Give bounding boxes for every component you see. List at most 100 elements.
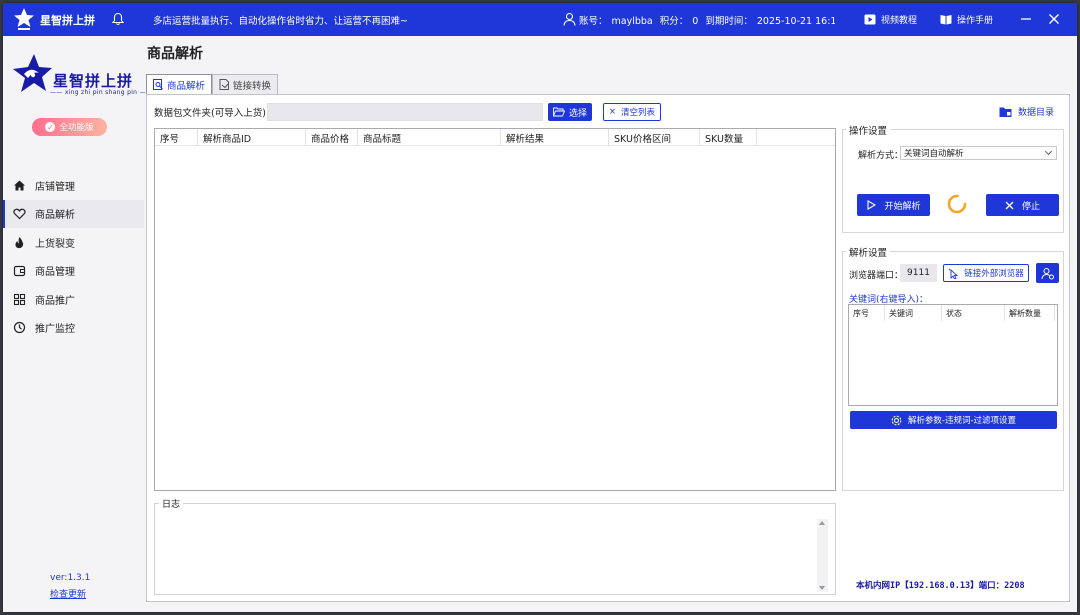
select-folder-button[interactable]: 选择 [548, 103, 592, 121]
cursor-click-icon [948, 268, 959, 279]
start-parse-button[interactable]: 开始解析 [857, 194, 930, 216]
sidebar-item-promotion-monitor[interactable]: 推广监控 [3, 314, 144, 343]
parse-params-label: 解析参数-违规词-过滤项设置 [907, 416, 1017, 426]
vip-badge: ✓ 全功能版 [32, 118, 107, 136]
table-header-cell[interactable]: SKU价格区间 [609, 129, 700, 145]
account-label: 账号： [579, 16, 608, 27]
keyword-table-header: 序号 关键词 状态 解析数量 [849, 305, 1057, 321]
clear-list-button[interactable]: × 清空列表 [603, 103, 661, 121]
close-icon [1005, 201, 1014, 209]
local-ip-footer: 本机内网IP【192.168.0.13】端口：2208 [856, 581, 1025, 591]
keyword-header-cell[interactable]: 状态 [942, 305, 1005, 321]
parse-settings-title: 解析设置 [846, 245, 891, 259]
table-header-cell[interactable]: 商品标题 [358, 129, 501, 145]
marquee-text: 多店运营批量执行、自动化操作省时省力、让运营不再困难~ [153, 16, 408, 27]
sidebar-item-label: 商品解析 [35, 210, 75, 222]
minimize-icon [1021, 18, 1031, 20]
sidebar-item-shop-management[interactable]: 店铺管理 [3, 171, 144, 200]
minimize-button[interactable] [1018, 11, 1034, 27]
stop-button[interactable]: 停止 [986, 194, 1059, 216]
folder-open-icon [552, 107, 565, 117]
table-header-cell[interactable]: SKU数量 [700, 129, 757, 145]
sidebar-item-label: 推广监控 [35, 324, 75, 336]
user-settings-button[interactable] [1036, 263, 1059, 283]
parse-params-settings-button[interactable]: 解析参数-违规词-过滤项设置 [850, 411, 1057, 429]
table-header-cell[interactable]: 商品价格 [306, 129, 358, 145]
parse-mode-label: 解析方式： [858, 151, 904, 161]
wallet-icon [13, 266, 26, 277]
folder-icon [999, 107, 1012, 117]
expire-value: 2025-10-21 16:12:26 [756, 16, 835, 27]
check-update-link[interactable]: 检查更新 [50, 587, 86, 600]
keyword-header-cell[interactable]: 关键词 [885, 305, 942, 321]
operation-settings-title: 操作设置 [846, 123, 891, 137]
points-label: 积分： [659, 16, 689, 27]
folder-label: 数据包文件夹(可导入上货)： [154, 108, 276, 119]
video-tutorial-label: 视频教程 [881, 16, 918, 26]
table-header: 序号 解析商品ID 商品价格 商品标题 解析结果 SKU价格区间 SKU数量 [155, 129, 835, 146]
tab-link-convert[interactable]: 链接转换 [212, 74, 279, 94]
account-info: 账号：maylbba 积分：0 到期时间：2025-10-21 16:12:26 [579, 13, 835, 27]
table-header-cell[interactable]: 序号 [155, 129, 198, 145]
sidebar-item-label: 商品推广 [35, 295, 75, 307]
user-icon [563, 12, 576, 26]
bell-icon[interactable] [111, 12, 125, 26]
parse-results-table[interactable]: 序号 解析商品ID 商品价格 商品标题 解析结果 SKU价格区间 SKU数量 [154, 128, 836, 491]
points-value: 0 [692, 16, 699, 27]
manual-label: 操作手册 [957, 16, 994, 26]
sidebar: 星智拼上拼 —— xing zhi pin shang pin —— ✓ 全功能… [3, 36, 152, 612]
x-icon: × [608, 107, 617, 117]
connect-browser-label: 链接外部浏览器 [964, 269, 1024, 279]
app-name: 星智拼上拼 [40, 14, 95, 27]
check-icon: ✓ [45, 122, 56, 132]
heart-icon [13, 208, 26, 220]
browser-port-input[interactable]: 9111 [900, 264, 937, 282]
parse-mode-select[interactable]: 关键词自动解析 [900, 146, 1057, 160]
sidebar-item-product-promotion[interactable]: 商品推广 [3, 285, 144, 314]
table-header-cell[interactable]: 解析结果 [501, 129, 609, 145]
home-icon [14, 180, 25, 191]
sidebar-item-listing-fission[interactable]: 上货裂变 [3, 228, 144, 257]
clock-icon [13, 322, 26, 334]
tab-product-parse[interactable]: 商品解析 [146, 74, 213, 94]
tab-label: 链接转换 [233, 80, 272, 92]
brand-star-logo-icon [13, 54, 52, 92]
app-logo-icon [14, 8, 34, 30]
keyword-header-cell[interactable]: 解析数量 [1005, 305, 1055, 321]
manual-link[interactable]: 操作手册 [940, 13, 993, 26]
book-icon [940, 15, 952, 25]
sidebar-item-label: 商品管理 [35, 267, 75, 279]
sidebar-item-product-parse[interactable]: 商品解析 [3, 199, 144, 228]
keyword-table[interactable]: 序号 关键词 状态 解析数量 [848, 304, 1058, 406]
scroll-up-icon[interactable] [819, 521, 825, 525]
expire-label: 到期时间： [705, 16, 753, 27]
tab-bar: 商品解析 链接转换 [146, 74, 279, 94]
data-directory-link[interactable]: 数据目录 [999, 105, 1054, 118]
gear-icon [891, 415, 902, 425]
tab-label: 商品解析 [167, 80, 206, 92]
sidebar-item-label: 上货裂变 [35, 238, 75, 250]
search-doc-icon [153, 79, 163, 90]
chevron-down-icon [1044, 147, 1053, 156]
keyword-header-cell[interactable]: 序号 [849, 305, 885, 321]
close-button[interactable] [1046, 11, 1062, 27]
connect-browser-button[interactable]: 链接外部浏览器 [943, 264, 1029, 282]
fire-icon [15, 236, 24, 248]
close-icon [1049, 14, 1059, 24]
parse-mode-value: 关键词自动解析 [904, 149, 964, 159]
log-panel[interactable] [154, 503, 836, 595]
sidebar-item-label: 店铺管理 [35, 181, 75, 193]
scroll-down-icon[interactable] [819, 586, 825, 590]
folder-path-input[interactable] [267, 103, 543, 121]
table-header-cell[interactable]: 解析商品ID [198, 129, 306, 145]
video-icon [864, 14, 876, 25]
log-scrollbar[interactable] [817, 519, 828, 592]
app-window: 星智拼上拼 多店运营批量执行、自动化操作省时省力、让运营不再困难~ 账号： may… [3, 3, 1077, 612]
sidebar-item-product-management[interactable]: 商品管理 [3, 257, 144, 286]
stop-label: 停止 [1021, 201, 1040, 212]
operation-settings-group [842, 129, 1064, 233]
account-value: maylbba [611, 16, 653, 27]
vip-label: 全功能版 [59, 123, 94, 133]
video-tutorial-link[interactable]: 视频教程 [864, 13, 917, 26]
version-label: ver:1.3.1 [50, 573, 91, 583]
